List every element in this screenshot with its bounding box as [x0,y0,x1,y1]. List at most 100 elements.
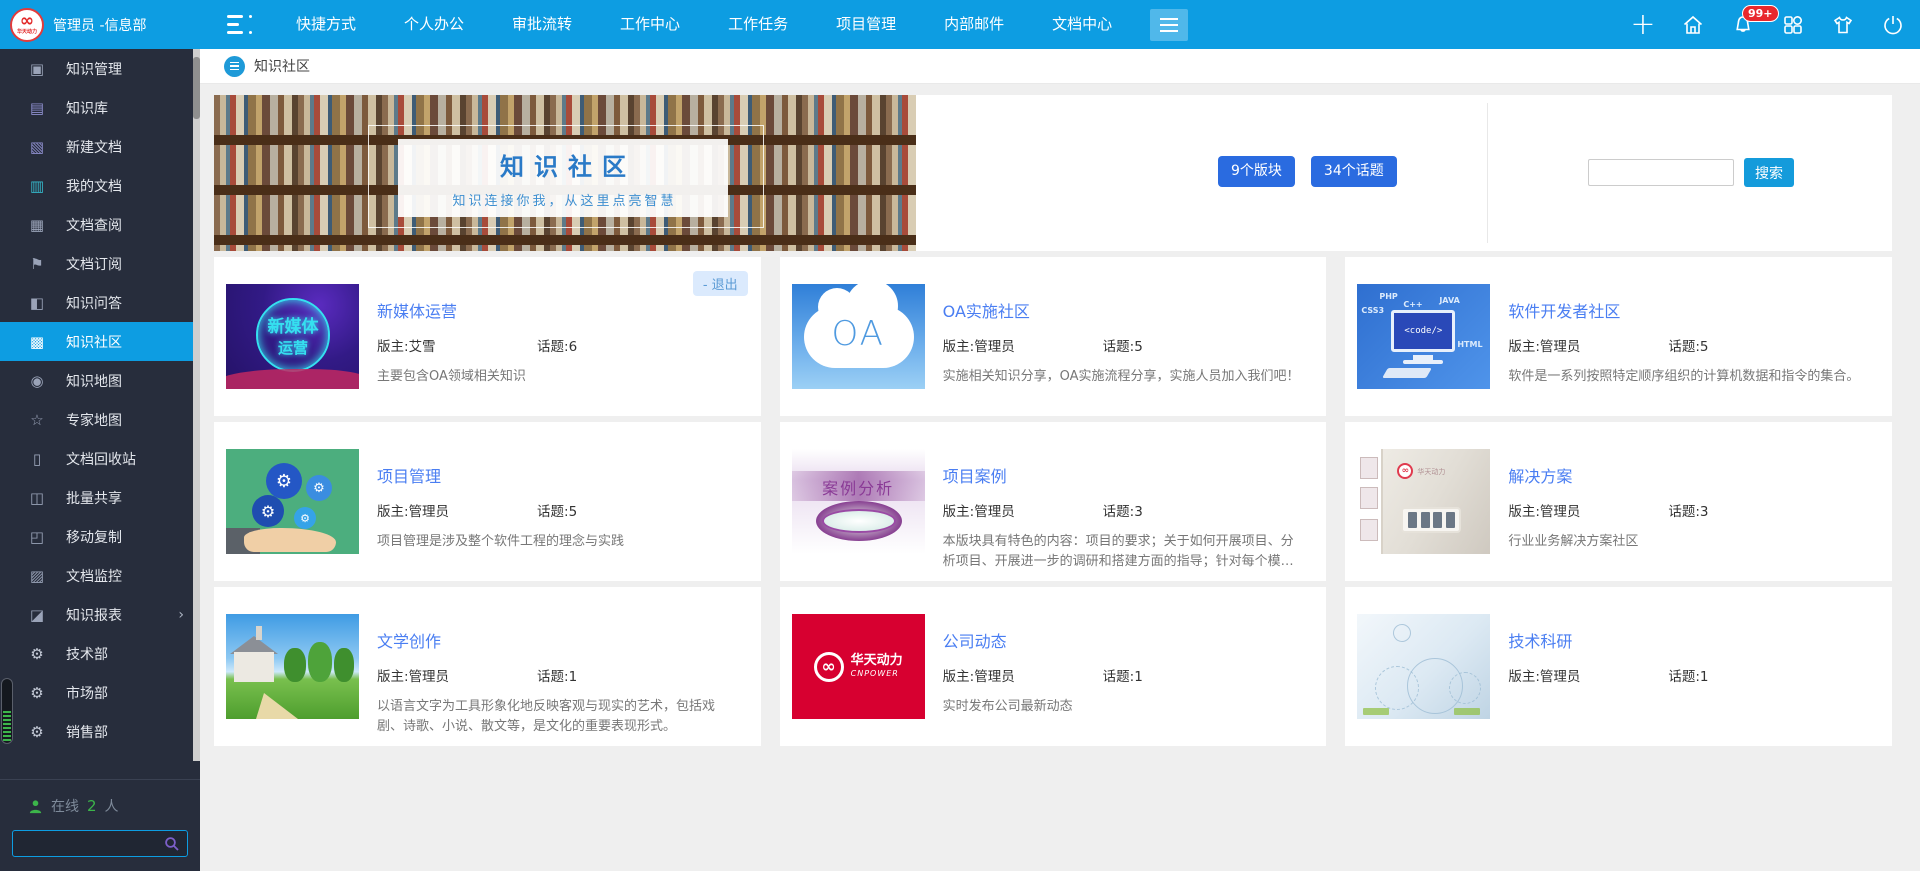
board-image-new-media[interactable]: 新媒体 运营 [226,284,359,389]
board-title-link[interactable]: 公司动态 [943,628,1007,652]
online-user-icon [28,799,43,814]
sidebar: ▣ 知识管理 ▤ 知识库 ▧ 新建文档 ▥ 我的文档 ▦ 文档查阅 ⚑ 文档订阅… [0,49,200,871]
nav-more-menu-icon[interactable] [1150,9,1188,41]
sidebar-item-batch-share[interactable]: ◫ 批量共享 [0,478,200,517]
sidebar-item-market-department[interactable]: ⚙ 市场部 [0,673,200,712]
sidebar-item-tech-department[interactable]: ⚙ 技术部 [0,634,200,673]
online-suffix: 人 [105,796,119,816]
sidebar-scrollbar[interactable] [193,49,200,761]
board-image-solutions[interactable]: ∞ 华天动力 [1357,449,1490,554]
sidebar-item-label: 知识问答 [66,293,122,313]
sidebar-item-knowledge-reports[interactable]: ◪ 知识报表 › [0,595,200,634]
board-info: 项目管理 版主:管理员 话题:5 项目管理是涉及整个软件工程的理念与实践 [359,449,741,581]
board-image-company-news[interactable]: ∞ 华天动力 CNPOWER [792,614,925,719]
board-image-oa[interactable]: OA [792,284,925,389]
board-image-project-management[interactable]: ⚙ ⚙ ⚙ ⚙ [226,449,359,554]
sidebar-item-document-subscription[interactable]: ⚑ 文档订阅 [0,244,200,283]
company-logo-icon[interactable]: ∞ 华天动力 [10,8,44,42]
board-title-link[interactable]: 解决方案 [1508,463,1572,487]
home-icon[interactable] [1680,12,1706,38]
nav-item-project-management[interactable]: 项目管理 [812,0,920,49]
gear-icon: ⚙ [294,507,316,529]
board-image-developers[interactable]: PHP C++ JAVA CSS3 HTML <code/> [1357,284,1490,389]
nav-item-document-center[interactable]: 文档中心 [1028,0,1136,49]
gear-icon: ⚙ [266,463,302,499]
gear-icon: ⚙ [306,475,332,501]
board-description: 本版块具有特色的内容：项目的要求；关于如何开展项目、分析项目、开展进一步的调研和… [943,532,1307,572]
sidebar-item-knowledge-base[interactable]: ▤ 知识库 [0,88,200,127]
board-topic-count: 5 [569,504,578,520]
apps-grid-icon[interactable] [1780,12,1806,38]
board-topic-count: 3 [1700,504,1709,520]
board-title-link[interactable]: 技术科研 [1508,628,1572,652]
sidebar-item-label: 市场部 [66,683,108,703]
notifications-bell-icon[interactable]: 99+ [1730,12,1756,38]
sidebar-item-document-monitor[interactable]: ▨ 文档监控 [0,556,200,595]
sidebar-scrollbar-thumb[interactable] [193,57,200,119]
power-logout-icon[interactable] [1880,12,1906,38]
nav-item-work-center[interactable]: 工作中心 [596,0,704,49]
sidebar-item-knowledge-map[interactable]: ◉ 知识地图 [0,361,200,400]
sidebar-item-my-documents[interactable]: ▥ 我的文档 [0,166,200,205]
quit-board-button[interactable]: - 退出 [693,271,748,296]
board-title-link[interactable]: 软件开发者社区 [1508,298,1620,322]
board-image-tech-research[interactable] [1357,614,1490,719]
board-meta: 版主:管理员 话题:5 [377,500,741,520]
nav-item-personal-office[interactable]: 个人办公 [380,0,488,49]
topics-count-badge[interactable]: 34个话题 [1311,156,1397,187]
sidebar-drag-handle[interactable] [1,678,13,744]
board-meta: 版主:管理员 话题:3 [1508,500,1872,520]
banner-text-box: 知识社区 知识连接你我，从这里点亮智慧 [398,139,728,217]
divider [1487,103,1488,243]
sidebar-item-label: 知识库 [66,98,108,118]
nav-collapse-icon[interactable] [224,13,254,37]
sidebar-item-expert-map[interactable]: ☆ 专家地图 [0,400,200,439]
search-button[interactable]: 搜索 [1744,158,1794,187]
sidebar-item-document-review[interactable]: ▦ 文档查阅 [0,205,200,244]
board-topic-count: 6 [569,339,578,355]
boards-count-badge[interactable]: 9个版块 [1218,156,1295,187]
new-document-icon: ▧ [28,138,46,156]
board-topic-count: 5 [1700,339,1709,355]
nav-item-approval-flow[interactable]: 审批流转 [488,0,596,49]
nav-item-work-tasks[interactable]: 工作任务 [704,0,812,49]
add-icon[interactable]: + [1630,12,1656,38]
board-image-literature[interactable] [226,614,359,719]
current-user[interactable]: 管理员 -信息部 [53,15,147,35]
community-search-input[interactable] [1588,159,1734,186]
nav-item-shortcuts[interactable]: 快捷方式 [272,0,380,49]
sidebar-search-input[interactable] [13,831,187,856]
image-text: 新媒体 [268,312,319,337]
board-title-link[interactable]: 文学创作 [377,628,441,652]
sidebar-item-knowledge-qa[interactable]: ◧ 知识问答 [0,283,200,322]
board-title-link[interactable]: OA实施社区 [943,298,1030,322]
sidebar-item-knowledge-community[interactable]: ▩ 知识社区 [0,322,200,361]
board-title-link[interactable]: 新媒体运营 [377,298,457,322]
board-meta: 版主:管理员 话题:5 [943,335,1307,355]
theme-tshirt-icon[interactable] [1830,12,1856,38]
sidebar-item-knowledge-management[interactable]: ▣ 知识管理 [0,49,200,88]
document-icon [224,56,245,77]
board-card-tech-research: 技术科研 版主:管理员 话题:1 [1345,587,1892,746]
search-icon[interactable] [164,836,180,852]
board-title-link[interactable]: 项目管理 [377,463,441,487]
sidebar-item-label: 知识报表 [66,605,122,625]
board-info: 公司动态 版主:管理员 话题:1 实时发布公司最新动态 [925,614,1307,746]
board-owner: 管理员 [974,669,1015,685]
sidebar-item-document-recycle-bin[interactable]: ▯ 文档回收站 [0,439,200,478]
community-banner[interactable]: 知识社区 知识连接你我，从这里点亮智慧 [214,95,916,251]
sidebar-item-new-document[interactable]: ▧ 新建文档 [0,127,200,166]
nav-item-internal-mail[interactable]: 内部邮件 [920,0,1028,49]
report-chart-icon: ◪ [28,606,46,624]
sidebar-item-move-copy[interactable]: ◰ 移动复制 [0,517,200,556]
sidebar-item-label: 知识社区 [66,332,122,352]
board-image-case-analysis[interactable]: 案例分析 [792,449,925,554]
image-text: CNPOWER [851,669,903,678]
board-card-project-cases: 案例分析 项目案例 版主:管理员 话题:3 本版块具有特色的内容：项目的要求；关… [780,422,1327,581]
top-navigation: 快捷方式 个人办公 审批流转 工作中心 工作任务 项目管理 内部邮件 文档中心 [272,0,1188,49]
sidebar-item-sales-department[interactable]: ⚙ 销售部 [0,712,200,751]
board-meta: 版主:管理员 话题:1 [1508,665,1872,685]
board-card-solutions: ∞ 华天动力 解决方案 版主:管理员 话题:3 行业业务解决方案社区 [1345,422,1892,581]
image-text: 案例分析 [792,475,925,499]
board-title-link[interactable]: 项目案例 [943,463,1007,487]
